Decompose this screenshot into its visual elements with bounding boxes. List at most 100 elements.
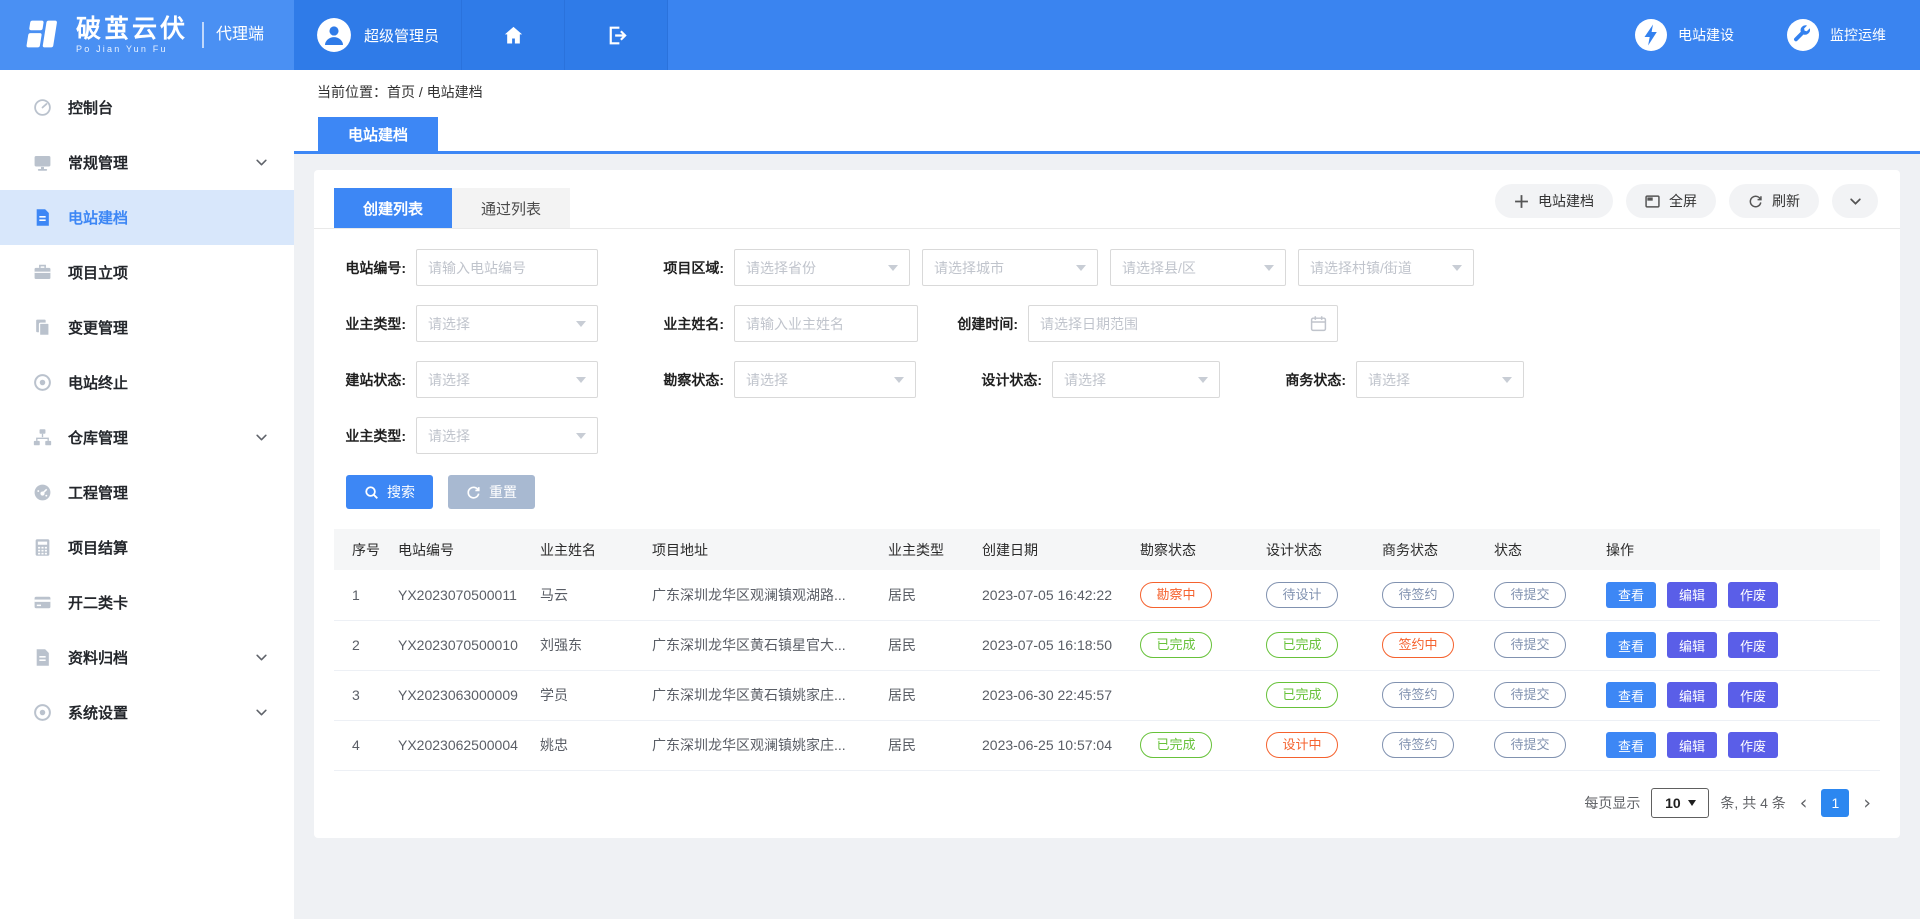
- search-button[interactable]: 搜索: [346, 475, 433, 509]
- content-card: 创建列表 通过列表 电站建档: [314, 170, 1900, 838]
- sidebar-item-label: 电站建档: [68, 207, 128, 228]
- void-button[interactable]: 作废: [1728, 582, 1778, 608]
- sidebar-item-settings[interactable]: 系统设置: [0, 685, 294, 740]
- table-row: 1YX2023070500011马云广东深圳龙华区观澜镇观湖路...居民2023…: [334, 570, 1880, 620]
- station-no-cell: YX2023070500011: [390, 570, 532, 620]
- col-design: 设计状态: [1258, 529, 1374, 570]
- owner-name-input[interactable]: [734, 305, 918, 342]
- filter-panel: 电站编号: 项目区域: 请选择省份 请选择城市: [314, 229, 1900, 454]
- col-survey: 勘察状态: [1132, 529, 1258, 570]
- address-cell: 广东深圳龙华区观澜镇观湖路...: [644, 570, 880, 620]
- build-status-select[interactable]: 请选择: [416, 361, 598, 398]
- edit-button[interactable]: 编辑: [1667, 632, 1717, 658]
- new-station-button[interactable]: 电站建档: [1495, 184, 1613, 218]
- sidebar-item-archive[interactable]: 资料归档: [0, 630, 294, 685]
- briefcase-icon: [32, 263, 52, 282]
- station-build-nav[interactable]: 电站建设: [1634, 18, 1734, 52]
- sidebar-item-regular-mgmt[interactable]: 常规管理: [0, 135, 294, 190]
- caret-down-icon: [576, 321, 586, 327]
- breadcrumb: 当前位置： 首页 / 电站建档: [294, 70, 1920, 113]
- owner-type-cell: 居民: [880, 570, 974, 620]
- edit-button[interactable]: 编辑: [1667, 582, 1717, 608]
- business-status-cell: 待签约: [1374, 720, 1486, 770]
- edit-button[interactable]: 编辑: [1667, 732, 1717, 758]
- sidebar-item-project-mgmt[interactable]: 工程管理: [0, 465, 294, 520]
- sidebar-item-label: 工程管理: [68, 482, 128, 503]
- date-range-input[interactable]: [1028, 305, 1338, 342]
- owner-type-select[interactable]: 请选择: [416, 305, 598, 342]
- index-cell: 3: [334, 670, 390, 720]
- monitor-ops-nav[interactable]: 监控运维: [1786, 18, 1886, 52]
- fullscreen-button[interactable]: 全屏: [1626, 184, 1716, 218]
- sidebar-item-change-mgmt[interactable]: 变更管理: [0, 300, 294, 355]
- design-status-cell: 已完成: [1258, 620, 1374, 670]
- home-button[interactable]: [462, 0, 565, 70]
- business-status-select[interactable]: 请选择: [1356, 361, 1524, 398]
- status-cell: 待提交: [1486, 570, 1598, 620]
- caret-down-icon: [888, 265, 898, 271]
- view-button[interactable]: 查看: [1606, 732, 1656, 758]
- sidebar-item-project-init[interactable]: 项目立项: [0, 245, 294, 300]
- sitemap-icon: [32, 428, 52, 447]
- province-select[interactable]: 请选择省份: [734, 249, 910, 286]
- city-select[interactable]: 请选择城市: [922, 249, 1098, 286]
- county-select[interactable]: 请选择县/区: [1110, 249, 1286, 286]
- sidebar-item-console[interactable]: 控制台: [0, 80, 294, 135]
- design-status-cell: 已完成: [1258, 670, 1374, 720]
- reset-button[interactable]: 重置: [448, 475, 535, 509]
- view-button[interactable]: 查看: [1606, 682, 1656, 708]
- void-button[interactable]: 作废: [1728, 632, 1778, 658]
- col-owner-type: 业主类型: [880, 529, 974, 570]
- status-pill: 待签约: [1382, 732, 1454, 758]
- owner-type-label: 业主类型:: [326, 314, 406, 334]
- chevron-down-icon: [1849, 195, 1862, 208]
- per-page-select[interactable]: 10: [1651, 788, 1709, 818]
- sidebar-item-type2-card[interactable]: 开二类卡: [0, 575, 294, 630]
- design-status-select[interactable]: 请选择: [1052, 361, 1220, 398]
- sidebar-item-warehouse-mgmt[interactable]: 仓库管理: [0, 410, 294, 465]
- business-status-cell: 待签约: [1374, 670, 1486, 720]
- station-no-input[interactable]: [416, 249, 598, 286]
- sidebar-item-label: 控制台: [68, 97, 113, 118]
- sidebar: 控制台常规管理电站建档项目立项变更管理电站终止仓库管理工程管理项目结算开二类卡资…: [0, 70, 294, 919]
- user-menu[interactable]: 超级管理员: [294, 0, 462, 70]
- status-pill: 签约中: [1382, 632, 1454, 658]
- sidebar-item-station-stop[interactable]: 电站终止: [0, 355, 294, 410]
- caret-down-icon: [1452, 265, 1462, 271]
- page-tab-station-file[interactable]: 电站建档: [318, 117, 438, 151]
- refresh-button[interactable]: 刷新: [1729, 184, 1819, 218]
- caret-down-icon: [1198, 377, 1208, 383]
- survey-status-select[interactable]: 请选择: [734, 361, 916, 398]
- collapse-panel-button[interactable]: [1832, 184, 1878, 218]
- prev-page-button[interactable]: ‹: [1797, 792, 1811, 814]
- logo-section: 破茧云伏 Po Jian Yun Fu 代理端: [0, 0, 294, 70]
- station-no-label: 电站编号:: [326, 258, 406, 278]
- created-time-label: 创建时间:: [938, 314, 1018, 334]
- owner-type2-label: 业主类型:: [326, 426, 406, 446]
- monitor-ops-label: 监控运维: [1830, 25, 1886, 45]
- sidebar-item-station-file[interactable]: 电站建档: [0, 190, 294, 245]
- status-pill: 已完成: [1140, 732, 1212, 758]
- caret-down-icon: [576, 377, 586, 383]
- owner-type2-select[interactable]: 请选择: [416, 417, 598, 454]
- town-select[interactable]: 请选择村镇/街道: [1298, 249, 1474, 286]
- logout-button[interactable]: [565, 0, 668, 70]
- void-button[interactable]: 作废: [1728, 732, 1778, 758]
- sidebar-item-settlement[interactable]: 项目结算: [0, 520, 294, 575]
- page-number-current[interactable]: 1: [1821, 789, 1849, 817]
- breadcrumb-path[interactable]: 首页 / 电站建档: [387, 82, 483, 102]
- view-button[interactable]: 查看: [1606, 632, 1656, 658]
- tab-passed-list[interactable]: 通过列表: [452, 188, 570, 228]
- status-cell: 待提交: [1486, 620, 1598, 670]
- void-button[interactable]: 作废: [1728, 682, 1778, 708]
- status-pill: 待提交: [1494, 732, 1566, 758]
- tab-create-list[interactable]: 创建列表: [334, 188, 452, 228]
- app-title: 破茧云伏: [76, 16, 188, 42]
- design-status-cell: 设计中: [1258, 720, 1374, 770]
- sidebar-item-label: 系统设置: [68, 702, 128, 723]
- view-button[interactable]: 查看: [1606, 582, 1656, 608]
- edit-button[interactable]: 编辑: [1667, 682, 1717, 708]
- next-page-button[interactable]: ›: [1860, 792, 1874, 814]
- pagination: 每页显示 10 条, 共 4 条 ‹ 1 ›: [314, 771, 1900, 818]
- chevron-down-icon: [255, 651, 268, 664]
